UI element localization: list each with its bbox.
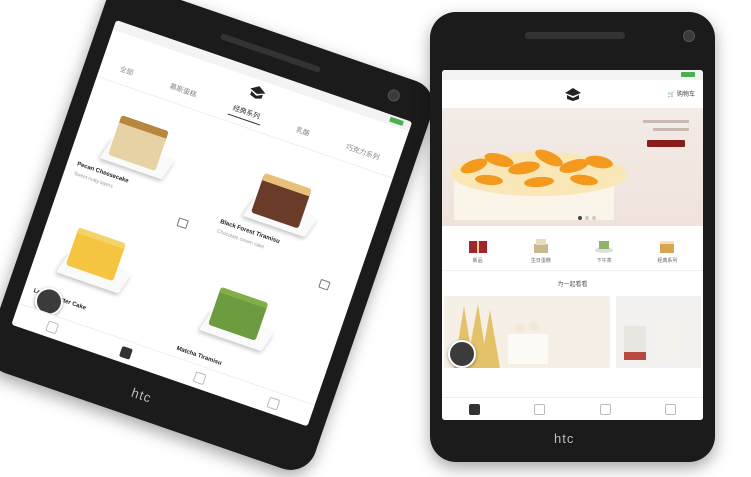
phone-brand-logo: htc bbox=[129, 384, 154, 406]
carousel-dot[interactable] bbox=[592, 216, 596, 220]
brand-logo-icon bbox=[564, 88, 581, 101]
cake-photo bbox=[624, 322, 682, 360]
front-camera bbox=[386, 87, 402, 104]
menu-icon[interactable] bbox=[534, 403, 546, 415]
banner-text-line bbox=[643, 120, 689, 123]
profile-icon[interactable] bbox=[266, 396, 281, 411]
tea-cake-icon bbox=[595, 241, 614, 253]
classic-cake-icon bbox=[660, 241, 675, 253]
left-phone: 全部 慕斯蛋糕 经典系列 乳酪 巧克力系列 Pecan Cheesecake S… bbox=[0, 0, 441, 477]
cart-icon[interactable] bbox=[318, 278, 331, 291]
category-label: 新品 bbox=[472, 258, 483, 264]
right-screen: 🛒 购物车 新品 生日蛋糕 下午茶 经典系列 为一起看看 bbox=[442, 70, 703, 420]
right-phone: 🛒 购物车 新品 生日蛋糕 下午茶 经典系列 为一起看看 htc bbox=[430, 12, 715, 462]
category-label: 生日蛋糕 bbox=[530, 258, 551, 264]
category-classic[interactable]: 经典系列 bbox=[656, 236, 678, 264]
cart-icon: 🛒 bbox=[667, 92, 676, 98]
banner-text-line bbox=[653, 128, 689, 131]
carousel-dot[interactable] bbox=[578, 216, 582, 220]
category-tea[interactable]: 下午茶 bbox=[593, 236, 615, 264]
battery-icon bbox=[681, 72, 695, 77]
status-bar bbox=[442, 70, 703, 80]
featured-cards bbox=[442, 296, 703, 368]
carousel-dots bbox=[578, 216, 596, 220]
menu-icon[interactable] bbox=[118, 345, 133, 360]
front-camera bbox=[683, 30, 695, 42]
cart-button[interactable]: 🛒 购物车 bbox=[668, 89, 695, 98]
bottom-nav bbox=[442, 397, 703, 420]
left-screen: 全部 慕斯蛋糕 经典系列 乳酪 巧克力系列 Pecan Cheesecake S… bbox=[11, 20, 413, 427]
phone-brand-logo: htc bbox=[554, 431, 575, 446]
category-row: 新品 生日蛋糕 下午茶 经典系列 bbox=[442, 226, 703, 271]
hero-banner[interactable] bbox=[442, 108, 703, 226]
profile-icon[interactable] bbox=[664, 403, 676, 415]
category-label: 经典系列 bbox=[657, 258, 678, 264]
cart-nav-icon[interactable] bbox=[599, 403, 611, 415]
cart-nav-icon[interactable] bbox=[192, 370, 207, 385]
featured-card[interactable] bbox=[444, 296, 610, 368]
category-birthday[interactable]: 生日蛋糕 bbox=[530, 236, 552, 264]
featured-card[interactable] bbox=[616, 296, 701, 368]
home-icon[interactable] bbox=[469, 403, 481, 415]
cart-label: 购物车 bbox=[676, 92, 695, 98]
category-new[interactable]: 新品 bbox=[467, 236, 489, 264]
brand-logo-icon bbox=[249, 86, 265, 99]
section-title: 为一起看看 bbox=[557, 282, 588, 288]
carousel-dot[interactable] bbox=[585, 216, 589, 220]
category-label: 下午茶 bbox=[596, 258, 612, 264]
app-header: 🛒 购物车 bbox=[442, 80, 703, 108]
banner-cta-button[interactable] bbox=[647, 140, 685, 147]
mango-cake-image bbox=[451, 149, 627, 220]
speaker-grille bbox=[525, 32, 625, 39]
cart-icon[interactable] bbox=[176, 217, 189, 230]
birthday-cake-icon bbox=[533, 239, 548, 253]
home-icon[interactable] bbox=[44, 319, 59, 334]
floating-avatar-button[interactable] bbox=[448, 340, 476, 368]
gift-box-icon bbox=[468, 241, 487, 253]
